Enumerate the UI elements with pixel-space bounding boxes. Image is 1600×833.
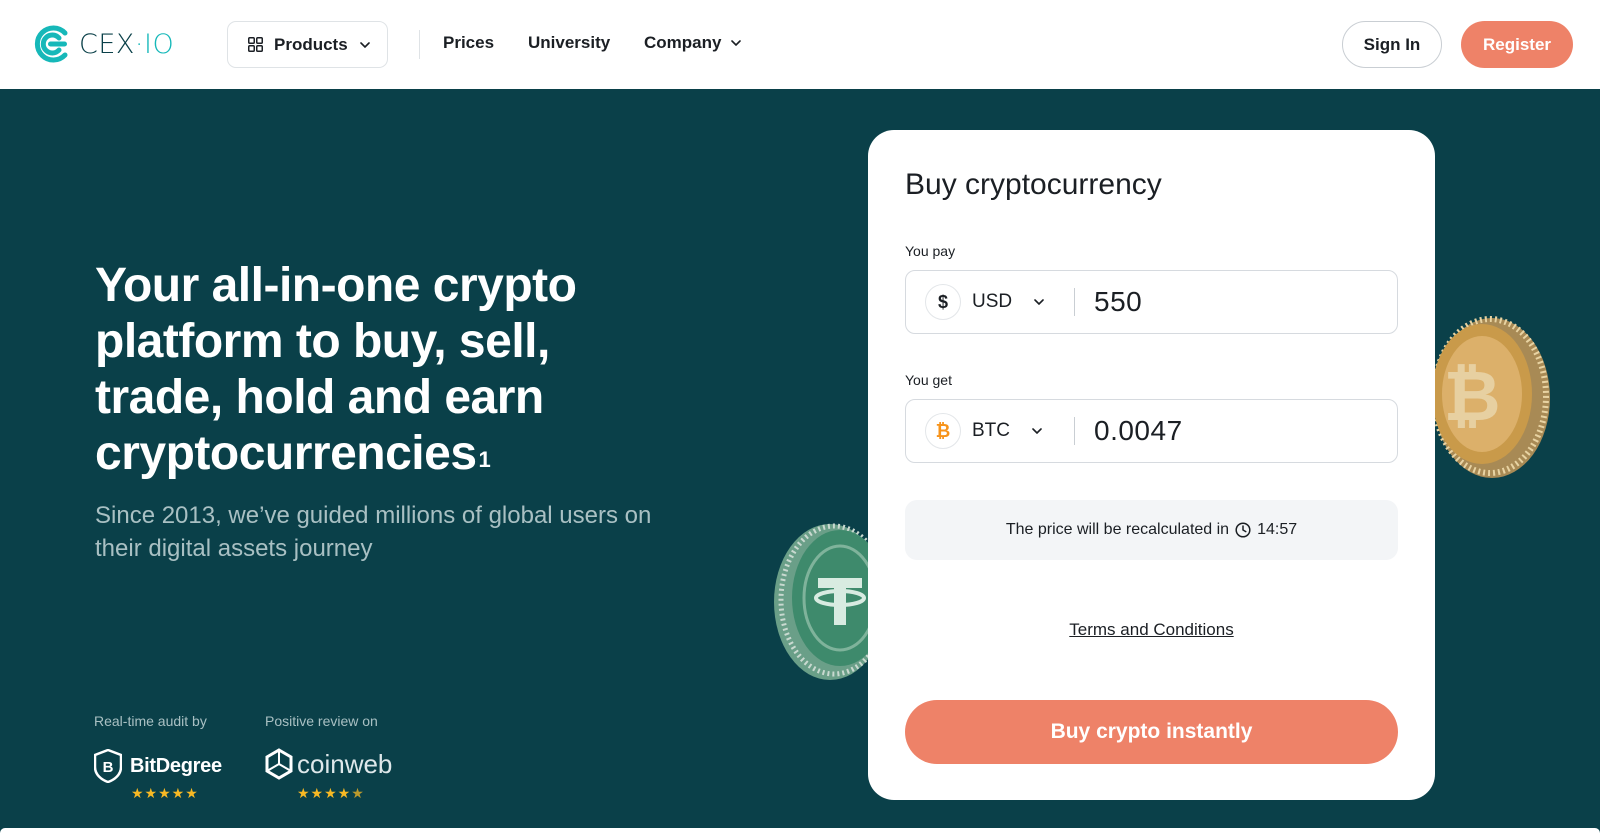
chevron-down-icon xyxy=(731,40,742,46)
pay-amount-input[interactable]: 550 xyxy=(1094,286,1142,318)
cex-io-logo[interactable]: CEX·IO xyxy=(29,23,174,65)
nav-link-prices[interactable]: Prices xyxy=(443,33,494,53)
top-navigation-bar: CEX·IO Products Prices University Compan… xyxy=(0,0,1600,89)
grid-icon xyxy=(248,37,263,52)
nav-link-label: Company xyxy=(644,33,722,52)
sign-in-button[interactable]: Sign In xyxy=(1342,21,1442,68)
dollar-icon: $ xyxy=(925,284,961,320)
pay-currency-code: USD xyxy=(972,291,1013,312)
footnote-marker[interactable]: 1 xyxy=(479,447,491,472)
coinweb-hexagon-icon xyxy=(265,748,293,780)
cex-logo-icon xyxy=(34,25,68,63)
timer-value: 14:57 xyxy=(1257,521,1298,538)
get-currency-code: BTC xyxy=(972,420,1010,441)
chevron-down-icon xyxy=(359,41,370,48)
price-recalc-timer: The price will be recalculated in 14:57 xyxy=(905,500,1398,560)
hero-subtitle: Since 2013, we’ve guided millions of glo… xyxy=(95,502,652,562)
bitdegree-logo[interactable]: B BitDegree xyxy=(94,749,222,783)
nav-link-university[interactable]: University xyxy=(528,33,610,53)
get-amount-input[interactable]: 0.0047 xyxy=(1094,415,1183,447)
get-currency-selector[interactable]: ₿ BTC xyxy=(906,400,1074,462)
hero-headline-text: Your all-in-one crypto platform to buy, … xyxy=(95,259,577,480)
coinweb-wordmark: coinweb xyxy=(297,748,393,779)
tether-coin-illustration xyxy=(774,523,876,680)
you-pay-label: You pay xyxy=(905,243,956,259)
products-label: Products xyxy=(274,34,348,54)
register-button[interactable]: Register xyxy=(1461,21,1573,68)
nav-divider xyxy=(419,30,420,59)
pay-currency-selector[interactable]: $ USD xyxy=(906,271,1074,333)
you-get-field[interactable]: ₿ BTC 0.0047 xyxy=(905,399,1398,463)
chevron-down-icon xyxy=(1034,299,1044,305)
card-title: Buy cryptocurrency xyxy=(905,168,1162,201)
bitdegree-rating-stars: ★★★★★ xyxy=(131,785,199,801)
bitdegree-wordmark: BitDegree xyxy=(130,754,222,777)
you-pay-field[interactable]: $ USD 550 xyxy=(905,270,1398,334)
terms-link[interactable]: Terms and Conditions xyxy=(905,620,1398,640)
svg-text:B: B xyxy=(103,759,114,776)
products-menu-button[interactable]: Products xyxy=(227,21,388,68)
next-section-edge xyxy=(0,828,1600,833)
coinweb-logo[interactable]: coinweb xyxy=(265,748,392,780)
review-label: Positive review on xyxy=(265,713,378,729)
field-divider xyxy=(1074,288,1075,316)
hero-headline: Your all-in-one crypto platform to buy, … xyxy=(95,258,655,482)
nav-link-company[interactable]: Company xyxy=(644,33,742,53)
buy-crypto-card: Buy cryptocurrency You pay $ USD 550 You… xyxy=(868,130,1435,800)
nav-link-label: Prices xyxy=(443,33,495,52)
coinweb-rating-stars: ★★★★★ xyxy=(297,785,365,801)
audit-label: Real-time audit by xyxy=(94,713,207,729)
timer-text: The price will be recalculated in xyxy=(1005,521,1230,538)
field-divider xyxy=(1074,417,1075,445)
shield-icon: B xyxy=(94,749,122,783)
clock-icon xyxy=(1235,522,1251,538)
chevron-down-icon xyxy=(1032,428,1042,434)
logo-wordmark: CEX·IO xyxy=(79,28,175,60)
you-get-label: You get xyxy=(905,372,952,388)
buy-crypto-button[interactable]: Buy crypto instantly xyxy=(905,700,1398,764)
bitcoin-icon: ₿ xyxy=(925,413,961,449)
svg-text:₿: ₿ xyxy=(1443,355,1500,437)
nav-link-label: University xyxy=(528,33,611,52)
bitcoin-coin-illustration: ₿ xyxy=(1431,316,1550,478)
